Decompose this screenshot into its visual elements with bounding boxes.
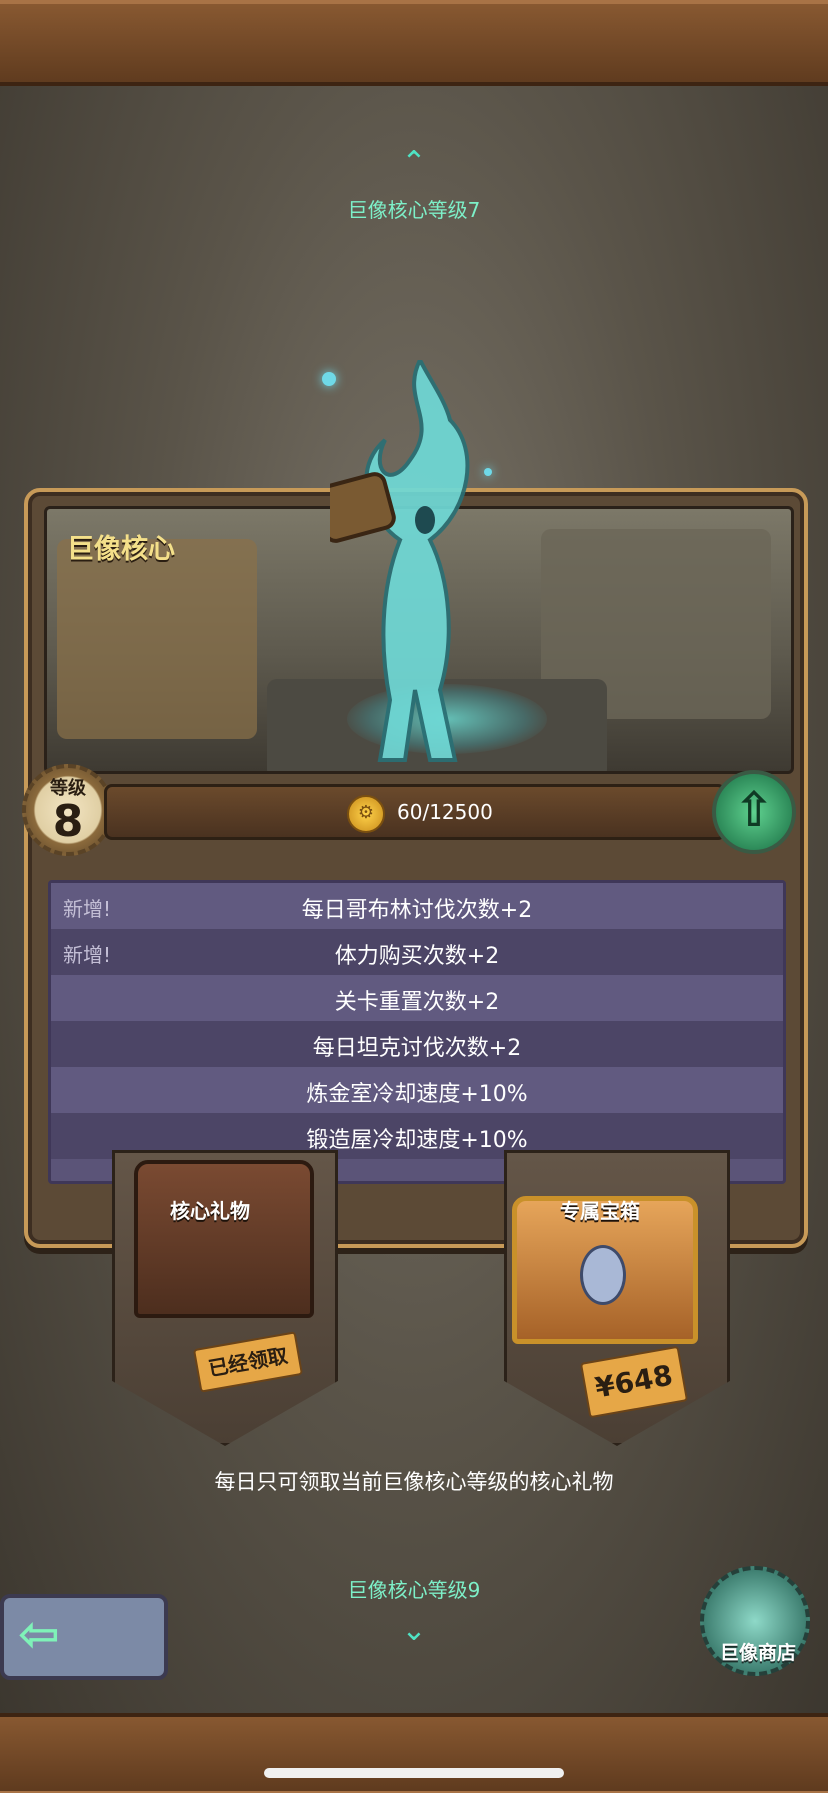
chevron-up-icon[interactable]: ⌃ bbox=[394, 148, 434, 178]
upgrade-button[interactable]: ⇧ bbox=[712, 770, 796, 854]
core-gift-label: 核心礼物 bbox=[170, 1199, 250, 1223]
bottom-wood-frame bbox=[0, 1713, 828, 1793]
exclusive-chest-label: 专属宝箱 bbox=[560, 1199, 640, 1223]
lock-icon bbox=[580, 1245, 626, 1305]
exp-text: 60/12500 bbox=[397, 800, 493, 824]
bonus-text: 关卡重置次数+2 bbox=[334, 990, 500, 1015]
bonus-text: 体力购买次数+2 bbox=[334, 944, 500, 969]
upgrade-arrow-icon: ⇧ bbox=[733, 782, 775, 838]
core-gift-chest[interactable] bbox=[134, 1160, 314, 1318]
bonus-text: 每日坦克讨伐次数+2 bbox=[312, 1036, 522, 1061]
bonus-text: 锻造屋冷却速度+10% bbox=[306, 1128, 528, 1153]
back-arrow-icon: ⇦ bbox=[18, 1605, 60, 1663]
coin-gear-icon: ⚙ bbox=[347, 795, 385, 833]
level-badge: 等级 8 bbox=[22, 764, 114, 856]
top-wood-frame bbox=[0, 0, 828, 86]
spirit-character bbox=[330, 360, 470, 762]
background-machine bbox=[57, 539, 257, 739]
bonus-row: 新增! 每日哥布林讨伐次数+2 bbox=[51, 883, 783, 929]
bonus-row: 每日坦克讨伐次数+2 bbox=[51, 1021, 783, 1067]
exp-bar: ⚙ 60/12500 bbox=[104, 784, 726, 840]
chevron-down-icon[interactable]: ⌄ bbox=[394, 1616, 434, 1646]
bonus-row: 炼金室冷却速度+10% bbox=[51, 1067, 783, 1113]
bonus-text: 炼金室冷却速度+10% bbox=[306, 1082, 528, 1107]
gift-note: 每日只可领取当前巨像核心等级的核心礼物 bbox=[214, 1470, 614, 1494]
prev-level-label[interactable]: 巨像核心等级7 bbox=[0, 194, 828, 223]
shop-label[interactable]: 巨像商店 bbox=[720, 1638, 796, 1665]
home-indicator[interactable] bbox=[264, 1768, 564, 1778]
bonus-text: 每日哥布林讨伐次数+2 bbox=[301, 898, 533, 923]
bonus-list: 新增! 每日哥布林讨伐次数+2 新增! 体力购买次数+2 关卡重置次数+2 每日… bbox=[48, 880, 786, 1184]
core-title: 巨像核心 bbox=[67, 534, 175, 565]
bonus-row: 新增! 体力购买次数+2 bbox=[51, 929, 783, 975]
bonus-row: 关卡重置次数+2 bbox=[51, 975, 783, 1021]
level-value: 8 bbox=[52, 796, 84, 847]
back-button[interactable]: ⇦ bbox=[0, 1594, 168, 1680]
